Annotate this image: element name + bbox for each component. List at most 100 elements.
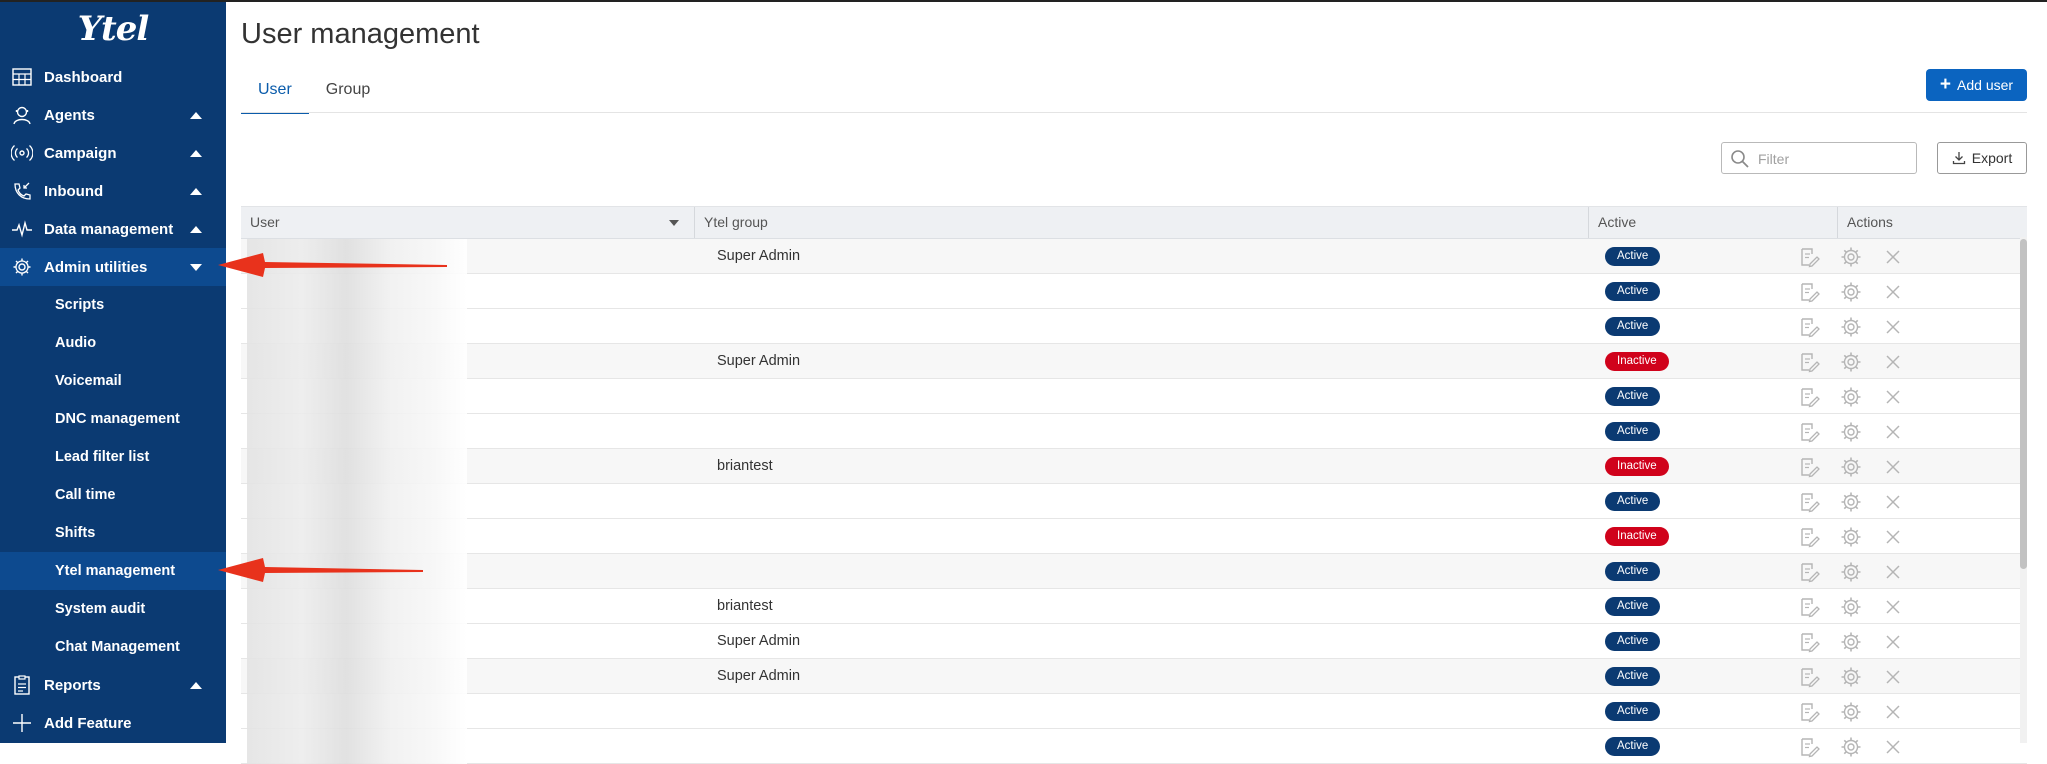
table-row[interactable]: Active bbox=[241, 379, 2027, 414]
user-cell-redacted bbox=[247, 239, 467, 274]
close-icon[interactable] bbox=[1882, 701, 1904, 723]
settings-gear-icon[interactable] bbox=[1840, 561, 1862, 583]
close-icon[interactable] bbox=[1882, 526, 1904, 548]
edit-icon[interactable] bbox=[1798, 386, 1820, 408]
settings-gear-icon[interactable] bbox=[1840, 701, 1862, 723]
sidebar-item-dashboard[interactable]: Dashboard bbox=[0, 58, 226, 96]
status-badge: Active bbox=[1605, 247, 1661, 266]
table-row[interactable]: Super Admin Active bbox=[241, 624, 2027, 659]
table-row[interactable]: Super Admin Inactive bbox=[241, 344, 2027, 379]
table-row[interactable]: Active bbox=[241, 309, 2027, 344]
scrollbar-thumb[interactable] bbox=[2020, 239, 2027, 569]
sidebar-subitem-ytel-management[interactable]: Ytel management bbox=[0, 552, 226, 590]
close-icon[interactable] bbox=[1882, 596, 1904, 618]
table-row[interactable]: Super Admin Active bbox=[241, 239, 2027, 274]
tab-user[interactable]: User bbox=[241, 78, 309, 114]
edit-icon[interactable] bbox=[1798, 701, 1820, 723]
sidebar-item-agents[interactable]: Agents bbox=[0, 96, 226, 134]
sort-caret-icon[interactable] bbox=[669, 220, 679, 226]
sidebar-subitem-audio[interactable]: Audio bbox=[0, 324, 226, 362]
sidebar-item-data-management[interactable]: Data management bbox=[0, 210, 226, 248]
table-row[interactable]: Active bbox=[241, 729, 2027, 764]
close-icon[interactable] bbox=[1882, 456, 1904, 478]
edit-icon[interactable] bbox=[1798, 526, 1820, 548]
column-header-active[interactable]: Active bbox=[1588, 207, 1837, 238]
table-row[interactable]: briantest Active bbox=[241, 589, 2027, 624]
sidebar-subitem-scripts[interactable]: Scripts bbox=[0, 286, 226, 324]
filter-input[interactable] bbox=[1756, 148, 1910, 170]
settings-gear-icon[interactable] bbox=[1840, 631, 1862, 653]
caret-up-icon[interactable] bbox=[190, 226, 202, 233]
tab-group[interactable]: Group bbox=[309, 78, 387, 112]
edit-icon[interactable] bbox=[1798, 666, 1820, 688]
close-icon[interactable] bbox=[1882, 631, 1904, 653]
sidebar-item-campaign[interactable]: Campaign bbox=[0, 134, 226, 172]
settings-gear-icon[interactable] bbox=[1840, 526, 1862, 548]
table-scrollbar[interactable] bbox=[2020, 237, 2027, 743]
column-header-active-label: Active bbox=[1598, 214, 1637, 230]
settings-gear-icon[interactable] bbox=[1840, 596, 1862, 618]
table-row[interactable]: Active bbox=[241, 694, 2027, 729]
settings-gear-icon[interactable] bbox=[1840, 281, 1862, 303]
table-row[interactable]: Active bbox=[241, 554, 2027, 589]
edit-icon[interactable] bbox=[1798, 281, 1820, 303]
settings-gear-icon[interactable] bbox=[1840, 246, 1862, 268]
edit-icon[interactable] bbox=[1798, 561, 1820, 583]
close-icon[interactable] bbox=[1882, 316, 1904, 338]
caret-up-icon[interactable] bbox=[190, 188, 202, 195]
close-icon[interactable] bbox=[1882, 281, 1904, 303]
close-icon[interactable] bbox=[1882, 561, 1904, 583]
settings-gear-icon[interactable] bbox=[1840, 736, 1862, 758]
table-row[interactable]: briantest Inactive bbox=[241, 449, 2027, 484]
caret-down-icon[interactable] bbox=[190, 264, 202, 271]
close-icon[interactable] bbox=[1882, 666, 1904, 688]
column-header-ytel-group[interactable]: Ytel group bbox=[694, 207, 1388, 238]
add-user-button[interactable]: + Add user bbox=[1926, 69, 2027, 101]
table-row[interactable]: Active bbox=[241, 414, 2027, 449]
close-icon[interactable] bbox=[1882, 736, 1904, 758]
edit-icon[interactable] bbox=[1798, 596, 1820, 618]
sidebar-item-admin-utilities[interactable]: Admin utilities bbox=[0, 248, 226, 286]
edit-icon[interactable] bbox=[1798, 631, 1820, 653]
table-row[interactable]: Active bbox=[241, 274, 2027, 309]
sidebar-item-inbound[interactable]: Inbound bbox=[0, 172, 226, 210]
settings-gear-icon[interactable] bbox=[1840, 491, 1862, 513]
sidebar-subitem-shifts[interactable]: Shifts bbox=[0, 514, 226, 552]
close-icon[interactable] bbox=[1882, 246, 1904, 268]
edit-icon[interactable] bbox=[1798, 456, 1820, 478]
column-header-user[interactable]: User bbox=[241, 207, 694, 238]
edit-icon[interactable] bbox=[1798, 421, 1820, 443]
settings-gear-icon[interactable] bbox=[1840, 456, 1862, 478]
edit-icon[interactable] bbox=[1798, 316, 1820, 338]
sidebar-subitem-system-audit[interactable]: System audit bbox=[0, 590, 226, 628]
sidebar-subitem-lead-filter-list[interactable]: Lead filter list bbox=[0, 438, 226, 476]
settings-gear-icon[interactable] bbox=[1840, 351, 1862, 373]
table-row[interactable]: Active bbox=[241, 484, 2027, 519]
edit-icon[interactable] bbox=[1798, 351, 1820, 373]
caret-up-icon[interactable] bbox=[190, 112, 202, 119]
close-icon[interactable] bbox=[1882, 421, 1904, 443]
settings-gear-icon[interactable] bbox=[1840, 421, 1862, 443]
edit-icon[interactable] bbox=[1798, 491, 1820, 513]
export-button[interactable]: Export bbox=[1937, 142, 2027, 174]
table-row[interactable]: Inactive bbox=[241, 519, 2027, 554]
close-icon[interactable] bbox=[1882, 491, 1904, 513]
sidebar-subitem-dnc-management[interactable]: DNC management bbox=[0, 400, 226, 438]
caret-up-icon[interactable] bbox=[190, 150, 202, 157]
sidebar-item-add-feature[interactable]: Add Feature bbox=[0, 704, 226, 742]
table-row[interactable]: Super Admin Active bbox=[241, 659, 2027, 694]
status-badge: Inactive bbox=[1605, 457, 1669, 476]
settings-gear-icon[interactable] bbox=[1840, 666, 1862, 688]
sidebar-item-reports[interactable]: Reports bbox=[0, 666, 226, 704]
close-icon[interactable] bbox=[1882, 386, 1904, 408]
sidebar-subitem-voicemail[interactable]: Voicemail bbox=[0, 362, 226, 400]
sidebar-subitem-call-time[interactable]: Call time bbox=[0, 476, 226, 514]
ytel-logo[interactable]: Ytel bbox=[0, 0, 226, 58]
sidebar-subitem-chat-management[interactable]: Chat Management bbox=[0, 628, 226, 666]
edit-icon[interactable] bbox=[1798, 736, 1820, 758]
close-icon[interactable] bbox=[1882, 351, 1904, 373]
caret-up-icon[interactable] bbox=[190, 682, 202, 689]
settings-gear-icon[interactable] bbox=[1840, 316, 1862, 338]
edit-icon[interactable] bbox=[1798, 246, 1820, 268]
settings-gear-icon[interactable] bbox=[1840, 386, 1862, 408]
